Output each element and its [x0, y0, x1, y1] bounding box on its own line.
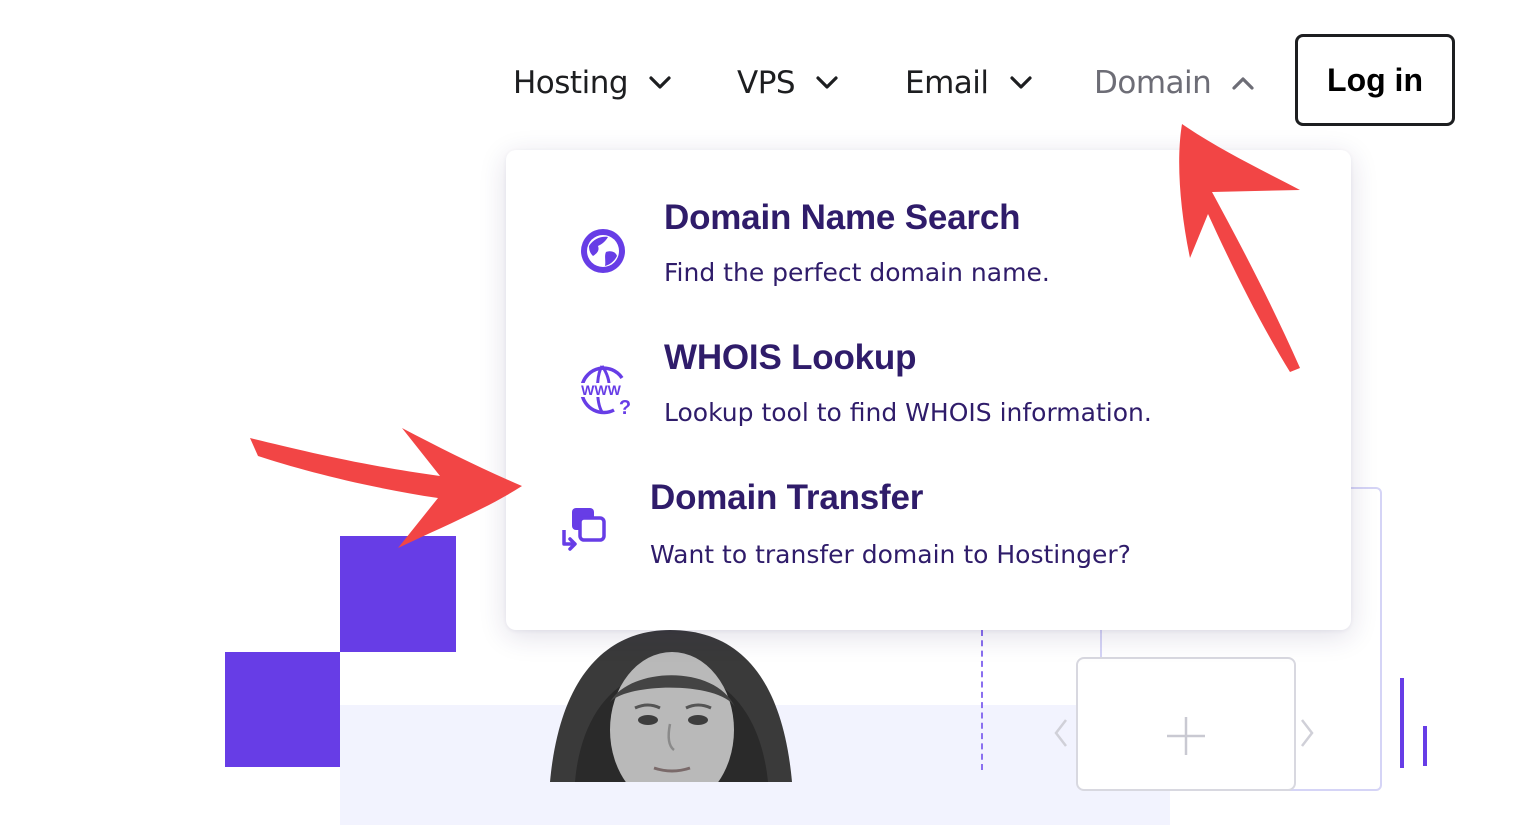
svg-text:?: ? [619, 397, 631, 418]
domain-dropdown-menu: Domain Name Search Find the perfect doma… [506, 150, 1351, 630]
nav-item-domain[interactable]: Domain [1094, 60, 1255, 106]
globe-icon [581, 229, 625, 273]
chevron-left-icon[interactable] [1050, 716, 1072, 750]
hero-portrait-image [550, 630, 792, 782]
chevron-down-icon [648, 75, 672, 91]
svg-text:WWW: WWW [581, 382, 621, 398]
nav-item-label: VPS [737, 65, 796, 101]
builder-placeholder-card [1076, 657, 1296, 791]
decorative-square-top [340, 536, 456, 652]
login-button[interactable]: Log in [1295, 34, 1455, 126]
chevron-down-icon [815, 75, 839, 91]
decorative-bar [1423, 726, 1427, 766]
nav-item-vps[interactable]: VPS [737, 60, 839, 106]
nav-item-hosting[interactable]: Hosting [513, 60, 672, 106]
nav-item-label: Hosting [513, 65, 629, 101]
decorative-square-bottom [225, 652, 340, 767]
nav-item-label: Email [905, 65, 989, 101]
menu-item-description: Want to transfer domain to Hostinger? [650, 540, 1131, 569]
www-question-icon: WWW ? [578, 365, 631, 418]
menu-item-domain-name-search[interactable]: Domain Name Search Find the perfect doma… [556, 194, 1316, 304]
menu-item-description: Lookup tool to find WHOIS information. [664, 398, 1152, 427]
nav-item-email[interactable]: Email [905, 60, 1033, 106]
decorative-bar [1400, 678, 1404, 768]
menu-item-title: Domain Name Search [664, 198, 1021, 237]
nav-item-label: Domain [1094, 65, 1212, 101]
decorative-dashed-line [981, 630, 983, 770]
chevron-down-icon [1009, 75, 1033, 91]
menu-item-title: Domain Transfer [650, 478, 924, 517]
plus-icon [1167, 717, 1205, 755]
menu-item-whois-lookup[interactable]: WWW ? WHOIS Lookup Lookup tool to find W… [556, 334, 1316, 444]
chevron-up-icon [1231, 75, 1255, 91]
menu-item-title: WHOIS Lookup [664, 338, 917, 377]
menu-item-domain-transfer[interactable]: Domain Transfer Want to transfer domain … [542, 474, 1322, 584]
chevron-right-icon[interactable] [1296, 716, 1318, 750]
domain-transfer-icon [562, 508, 606, 551]
menu-item-description: Find the perfect domain name. [664, 258, 1050, 287]
